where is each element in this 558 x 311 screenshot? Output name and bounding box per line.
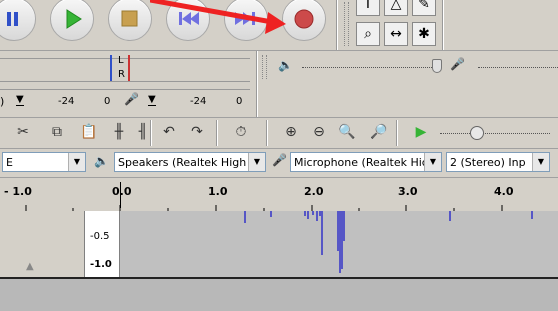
- microphone-icon[interactable]: 🎤: [124, 92, 139, 106]
- multi-tool-icon: ✱: [418, 26, 430, 42]
- pause-button[interactable]: [0, 0, 36, 41]
- play-at-speed-icon[interactable]: ▶: [410, 121, 432, 143]
- meter-toolbar: L R 🔈 🎤 ) ▼ -24 0 🎤 ▼ -24 0: [0, 51, 558, 117]
- record-volume-slider[interactable]: [478, 67, 558, 69]
- draw-tool-icon: ✎: [418, 0, 430, 12]
- trim-icon[interactable]: ╫: [108, 121, 130, 143]
- microphone-icon: 🎤: [450, 57, 465, 71]
- envelope-tool-icon: △: [390, 0, 402, 12]
- microphone-icon: 🎤: [272, 153, 287, 167]
- paste-icon[interactable]: 📋: [78, 121, 100, 143]
- zoom-in-icon[interactable]: ⊕: [280, 121, 302, 143]
- collapse-track-icon[interactable]: ▲: [26, 261, 34, 272]
- play-speed-thumb[interactable]: [470, 126, 484, 140]
- meter-scale-label: 0: [236, 96, 243, 107]
- envelope-tool[interactable]: △: [384, 0, 408, 16]
- edit-toolbar: ✂ ⧉ 📋 ╫ ╢ ↶ ↷ ⏱ ⊕ ⊖ 🔍 🔎 ▶: [0, 117, 558, 148]
- speaker-icon: 🔈: [94, 154, 109, 168]
- output-device-value: Speakers (Realtek High: [118, 156, 247, 169]
- left-channel-label: L: [118, 55, 124, 66]
- selection-tool-icon: I: [365, 0, 371, 12]
- copy-icon[interactable]: ⧉: [46, 121, 68, 143]
- redo-icon[interactable]: ↷: [186, 121, 208, 143]
- ruler-ticks: [25, 205, 503, 211]
- input-device-select[interactable]: Microphone (Realtek Hiç ▼: [290, 152, 442, 172]
- pause-icon: [7, 12, 18, 26]
- speaker-volume-icon: 🔈: [278, 58, 293, 72]
- time-shift-tool[interactable]: ↔: [384, 22, 408, 46]
- empty-track-space[interactable]: [0, 277, 558, 311]
- left-edge-glyph: ): [0, 95, 5, 108]
- track-area: ▲ -0.5 -1.0: [0, 211, 558, 277]
- play-speed-slider[interactable]: [440, 133, 550, 135]
- meter-scale-label: -24: [58, 96, 75, 107]
- meter-scale-label: -24: [190, 96, 207, 107]
- track-control-panel[interactable]: ▲: [0, 211, 85, 277]
- cut-icon[interactable]: ✂: [12, 121, 34, 143]
- record-meter[interactable]: L R: [0, 51, 250, 89]
- waveform-canvas[interactable]: [120, 211, 558, 277]
- scale-label: -0.5: [90, 231, 110, 242]
- annotation-arrow: [150, 0, 286, 34]
- draw-tool[interactable]: ✎: [412, 0, 436, 16]
- right-channel-label: R: [118, 69, 125, 80]
- input-channels-value: 2 (Stereo) Inp: [450, 156, 526, 169]
- audio-waveform: [244, 211, 533, 273]
- zoom-tool-icon: ⌕: [364, 26, 372, 42]
- undo-icon[interactable]: ↶: [158, 121, 180, 143]
- play-icon: [66, 9, 82, 29]
- timeline-ruler[interactable]: - 1.0 0.0 1.0 2.0 3.0 4.0: [0, 177, 558, 212]
- playback-volume-slider[interactable]: [302, 67, 442, 69]
- dropdown-arrow-icon[interactable]: ▼: [148, 94, 156, 106]
- time-shift-tool-icon: ↔: [390, 26, 402, 42]
- fit-project-icon[interactable]: 🔎: [368, 121, 390, 143]
- input-channels-select[interactable]: 2 (Stereo) Inp ▼: [446, 152, 550, 172]
- stop-button[interactable]: [108, 0, 152, 41]
- output-device-select[interactable]: Speakers (Realtek High ▼: [114, 152, 266, 172]
- stop-icon: [121, 10, 138, 27]
- dropdown-arrow-icon[interactable]: ▼: [16, 94, 24, 106]
- scale-label: -1.0: [90, 259, 112, 270]
- fit-selection-icon[interactable]: 🔍: [336, 121, 358, 143]
- transport-toolbar: I △ ✎ ⌕ ↔ ✱: [0, 0, 558, 51]
- sync-lock-icon[interactable]: ⏱: [230, 121, 252, 143]
- selection-tool[interactable]: I: [356, 0, 380, 16]
- audio-host-value: E: [6, 156, 13, 169]
- input-device-value: Microphone (Realtek Hiç: [294, 156, 428, 169]
- zoom-out-icon[interactable]: ⊖: [308, 121, 330, 143]
- play-button[interactable]: [50, 0, 94, 41]
- track-scale: -0.5 -1.0: [85, 211, 120, 277]
- multi-tool[interactable]: ✱: [412, 22, 436, 46]
- device-toolbar: E ▼ 🔈 Speakers (Realtek High ▼ 🎤 Microphon…: [0, 148, 558, 177]
- audio-host-select[interactable]: E ▼: [2, 152, 86, 172]
- playback-volume-thumb[interactable]: [432, 59, 442, 73]
- meter-scale-label: 0: [104, 96, 111, 107]
- zoom-tool[interactable]: ⌕: [356, 22, 380, 46]
